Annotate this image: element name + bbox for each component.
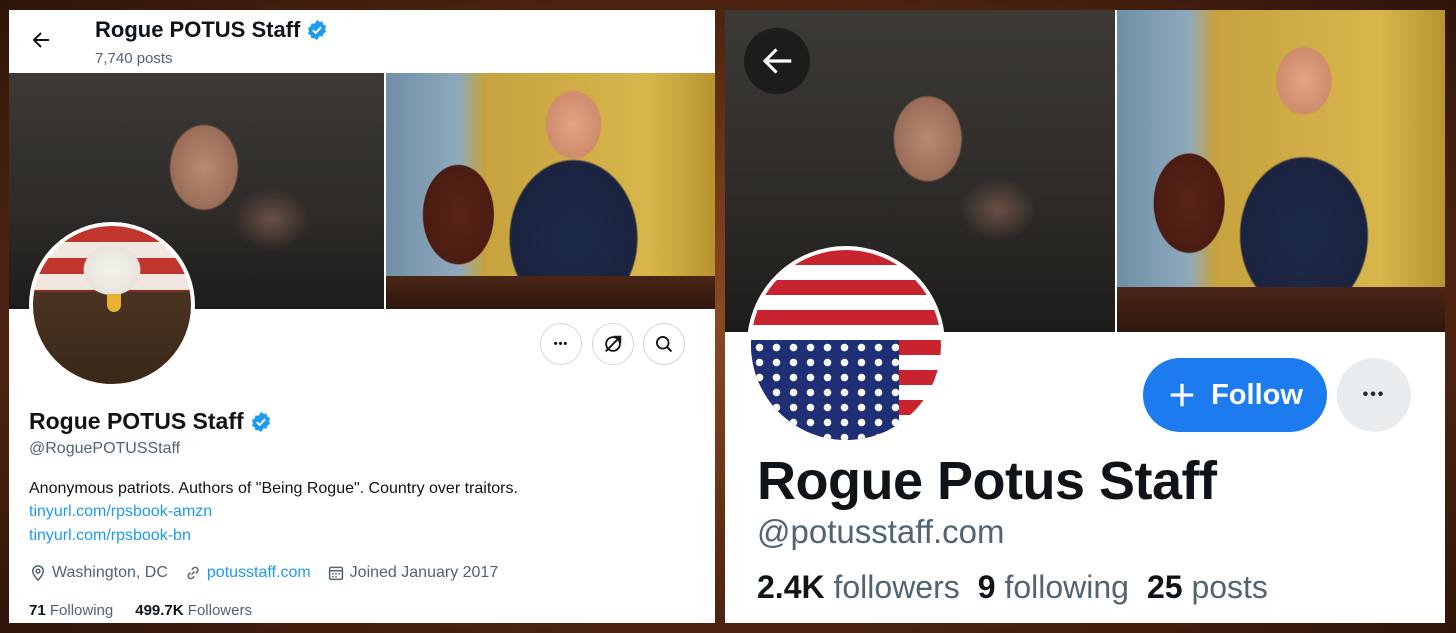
verified-badge-icon [251,411,270,432]
followers-label: followers [833,569,960,605]
profile-bio: Anonymous patriots. Authors of "Being Ro… [29,480,518,497]
location: Washington, DC [29,564,168,582]
profile-screenshot-left: Rogue POTUS Staff 7,740 posts ••• Rogue … [9,10,715,623]
bio-link-bn[interactable]: tinyurl.com/rpsbook-bn [29,527,191,545]
profile-name: Rogue Potus Staff [757,451,1217,511]
header-post-count: 7,740 posts [95,50,173,67]
avatar[interactable] [29,222,195,388]
banner-photo-right [386,73,715,309]
avatar[interactable] [747,246,945,444]
link-icon [187,566,199,580]
header-name: Rogue POTUS Staff [95,17,301,42]
posts-count: 25 [1146,569,1183,605]
subscribe-icon [605,335,622,352]
subscribe-button[interactable] [592,323,634,365]
location-text: Washington, DC [52,564,168,581]
following-stat[interactable]: 71 Following [29,602,113,619]
back-button[interactable] [744,28,810,94]
profile-stats: 2.4K followers 9 following 25 posts [757,569,1268,606]
more-icon: ••• [553,338,569,350]
joined-text: Joined January 2017 [349,564,499,581]
profile-stats: 71 Following 499.7K Followers [29,602,252,619]
search-icon [656,336,673,353]
more-button[interactable]: ••• [540,323,582,365]
followers-stat[interactable]: 499.7K Followers [135,602,252,619]
profile-name: Rogue POTUS Staff [29,408,272,435]
plus-icon [1170,383,1194,407]
profile-handle: @RoguePOTUSStaff [29,440,181,457]
following-count: 71 [29,602,46,619]
profile-screenshot-right: Follow ••• Rogue Potus Staff @potusstaff… [725,10,1445,623]
follow-label: Follow [1211,378,1303,411]
banner-photo-right [1117,10,1445,332]
following-stat[interactable]: 9 following [978,569,1129,606]
back-arrow-icon [762,48,792,74]
search-button[interactable] [643,323,685,365]
posts-stat[interactable]: 25 posts [1147,569,1268,606]
bio-link-amzn[interactable]: tinyurl.com/rpsbook-amzn [29,503,212,521]
followers-stat[interactable]: 2.4K followers [757,569,960,606]
followers-count: 2.4K [757,569,825,605]
followers-count: 499.7K [135,602,184,619]
joined-date: Joined January 2017 [327,564,499,582]
calendar-icon [328,566,343,581]
posts-label: posts [1191,569,1268,605]
website-link[interactable]: potusstaff.com [207,564,311,582]
website[interactable]: potusstaff.com [184,564,311,582]
back-arrow-icon[interactable] [29,28,53,52]
flag-canton [751,340,899,440]
followers-label: Followers [187,602,252,619]
verified-badge-icon [308,19,327,41]
location-icon [31,565,45,582]
profile-handle: @potusstaff.com [757,513,1005,550]
profile-name-text: Rogue POTUS Staff [29,408,244,434]
header-title: Rogue POTUS Staff [95,17,328,43]
following-count: 9 [977,569,996,605]
following-label: following [1004,569,1129,605]
follow-button[interactable]: Follow [1143,358,1327,432]
profile-meta: Washington, DC potusstaff.com Joined Jan… [29,564,514,582]
following-label: Following [49,602,114,619]
more-button[interactable]: ••• [1337,358,1411,432]
more-icon: ••• [1362,386,1386,403]
